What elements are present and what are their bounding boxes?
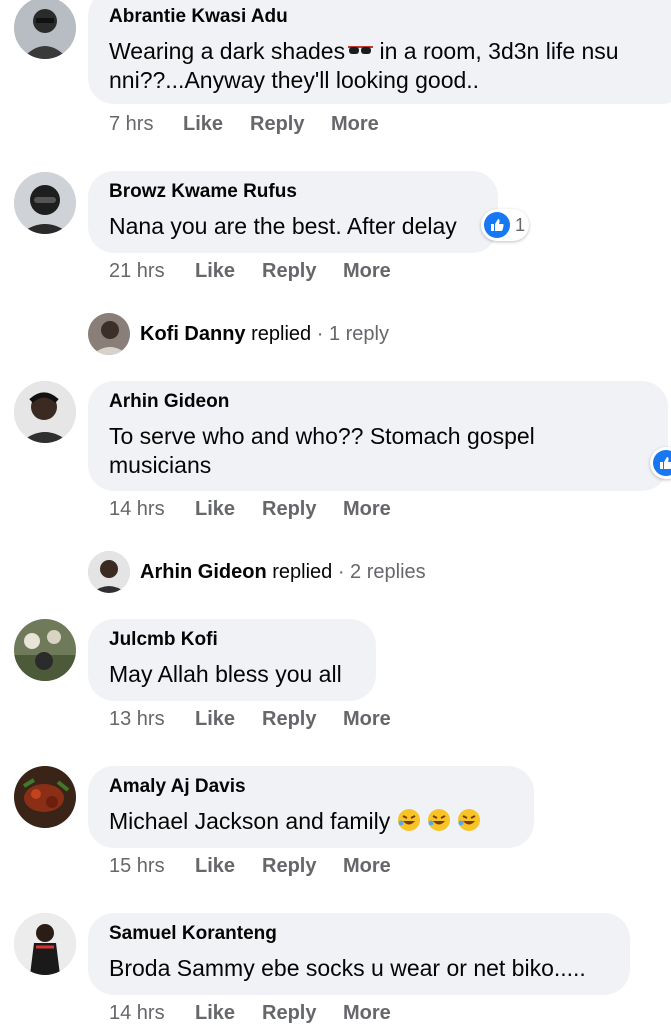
rolling-on-floor-laughing-emoji [397, 809, 420, 831]
commenter-name[interactable]: Abrantie Kwasi Adu [109, 6, 288, 28]
comment-text: Broda Sammy ebe socks u wear or net biko… [109, 955, 586, 981]
reply-link[interactable]: Reply [262, 708, 316, 731]
more-link[interactable]: More [343, 1002, 391, 1025]
like-link[interactable]: Like [195, 260, 235, 283]
timestamp: 14 hrs [109, 498, 165, 520]
like-link[interactable]: Like [195, 1002, 235, 1025]
commenter-name[interactable]: Arhin Gideon [109, 391, 229, 413]
comment-text: Wearing a dark shades in a room, 3d3n li… [109, 38, 619, 64]
avatar[interactable] [14, 619, 76, 681]
like-link[interactable]: Like [195, 708, 235, 731]
view-replies-link[interactable]: Arhin Gideon replied · 2 replies [140, 561, 426, 584]
more-link[interactable]: More [343, 855, 391, 878]
comment-text: Nana you are the best. After delay [109, 213, 457, 239]
reply-count: · 2 replies [332, 561, 426, 583]
timestamp: 21 hrs [109, 260, 165, 282]
reaction-badge[interactable]: 1 [481, 209, 530, 241]
timestamp: 15 hrs [109, 855, 165, 877]
reply-author: Kofi Danny [140, 323, 246, 345]
thumbs-up-icon [484, 212, 510, 238]
thumbs-up-icon [653, 450, 671, 476]
more-link[interactable]: More [343, 498, 391, 521]
reply-verb: replied [266, 561, 333, 583]
comment-text: May Allah bless you all [109, 661, 342, 687]
comment-text-line2: nni??...Anyway they'll looking good.. [109, 67, 480, 93]
reply-link[interactable]: Reply [262, 498, 316, 521]
view-replies-link[interactable]: Kofi Danny replied · 1 reply [140, 323, 389, 346]
avatar[interactable] [14, 381, 76, 443]
reply-author: Arhin Gideon [140, 561, 267, 583]
like-link[interactable]: Like [183, 113, 223, 136]
rolling-on-floor-laughing-emoji [428, 809, 451, 831]
like-link[interactable]: Like [195, 855, 235, 878]
timestamp: 14 hrs [109, 1002, 165, 1024]
reply-link[interactable]: Reply [262, 260, 316, 283]
commenter-name[interactable]: Amaly Aj Davis [109, 776, 246, 798]
like-link[interactable]: Like [195, 498, 235, 521]
comment-text-line2: musicians [109, 452, 212, 478]
more-link[interactable]: More [343, 260, 391, 283]
comment-text: Michael Jackson and family [109, 807, 481, 835]
avatar[interactable] [88, 551, 130, 593]
more-link[interactable]: More [343, 708, 391, 731]
sunglasses-emoji [348, 46, 374, 54]
avatar[interactable] [14, 0, 76, 59]
rolling-on-floor-laughing-emoji [458, 809, 481, 831]
avatar[interactable] [14, 766, 76, 828]
reply-link[interactable]: Reply [262, 1002, 316, 1025]
timestamp: 13 hrs [109, 708, 165, 730]
reply-verb: replied [245, 323, 312, 345]
commenter-name[interactable]: Samuel Koranteng [109, 923, 277, 945]
reply-link[interactable]: Reply [250, 113, 304, 136]
commenter-name[interactable]: Browz Kwame Rufus [109, 181, 297, 203]
comment-text: To serve who and who?? Stomach gospel [109, 423, 535, 449]
reaction-count: 1 [515, 214, 526, 235]
commenter-name[interactable]: Julcmb Kofi [109, 629, 218, 651]
reply-link[interactable]: Reply [262, 855, 316, 878]
timestamp: 7 hrs [109, 113, 154, 135]
avatar[interactable] [88, 313, 130, 355]
avatar[interactable] [14, 913, 76, 975]
reply-count: · 1 reply [311, 323, 389, 345]
more-link[interactable]: More [331, 113, 379, 136]
avatar[interactable] [14, 172, 76, 234]
